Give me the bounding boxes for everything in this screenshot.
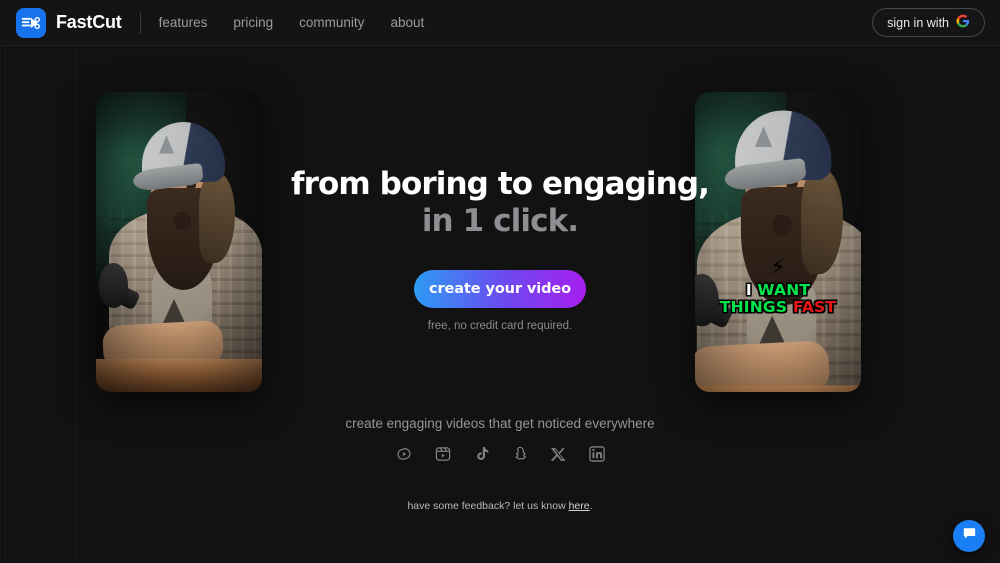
sign-in-label: sign in with [887,15,949,30]
snapchat-icon[interactable] [511,445,529,468]
google-g-icon [956,14,970,31]
landing-page: FastCut features pricing community about… [0,0,1000,563]
main-nav: features pricing community about [159,15,425,30]
page-title: from boring to engaging, in 1 click. [291,166,710,239]
caption-word-i: I [745,281,752,299]
tiktok-icon[interactable] [473,445,490,468]
chat-widget-button[interactable] [953,520,985,552]
cta-subtext: free, no credit card required. [427,320,573,333]
create-your-video-button[interactable]: create your video [414,270,586,309]
social-platform-list [395,445,606,468]
footer-zone: create engaging videos that get noticed … [0,416,1000,512]
fastcut-logo-icon [16,7,46,38]
caption-word-fast: FAST [792,297,837,316]
nav-divider [139,11,141,34]
feedback-line: have some feedback? let us know here. [407,500,592,512]
chat-bubble-icon [961,525,978,547]
nav-item-about[interactable]: about [390,15,424,30]
feedback-prefix: have some feedback? let us know [407,500,569,512]
headline-line-2: in 1 click. [421,202,579,239]
top-navigation-bar: FastCut features pricing community about… [0,0,1000,46]
nav-item-features[interactable]: features [159,15,208,30]
feedback-here-link[interactable]: here [569,500,590,512]
x-icon[interactable] [550,446,567,468]
caption-word-want: WANT [757,281,811,299]
feedback-suffix: . [589,500,593,512]
nav-item-community[interactable]: community [299,15,364,30]
headline-line-1: from boring to engaging, [291,166,710,202]
hero-section: ⚡ I WANT THINGS FAST from boring to enga… [0,46,1000,563]
video-preview-before[interactable] [96,92,262,392]
youtube-shorts-icon[interactable] [395,445,413,468]
instagram-reels-icon[interactable] [434,445,452,468]
sign-in-with-google-button[interactable]: sign in with [872,8,985,37]
nav-item-pricing[interactable]: pricing [233,15,273,30]
linkedin-icon[interactable] [588,445,606,468]
brand-name: FastCut [56,12,122,32]
brand-logo[interactable]: FastCut [16,7,122,38]
video-thumbnail-before [96,92,262,392]
footer-tagline: create engaging videos that get noticed … [345,416,655,431]
